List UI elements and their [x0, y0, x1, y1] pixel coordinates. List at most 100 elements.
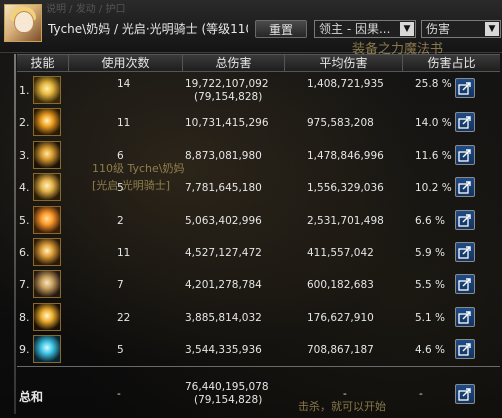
- character-title: Tyche\奶妈 / 光启·光明骑士 (等级110: [48, 22, 248, 36]
- reset-button[interactable]: 重置: [255, 20, 307, 38]
- row-count: 11: [117, 247, 131, 259]
- metric-select-value: 伤害: [426, 22, 451, 36]
- row-share: 4.6 %: [415, 344, 446, 357]
- row-index: 5.: [19, 213, 30, 227]
- share-icon: [458, 213, 471, 227]
- table-row: 1. 14 19,722,107,092 (79,154,828) 1,408,…: [17, 74, 500, 107]
- skill-icon-5: [33, 205, 61, 234]
- row-count: 5: [117, 182, 124, 195]
- column-header-share: 伤害占比: [427, 56, 476, 70]
- summary-divider: [17, 366, 500, 367]
- table-row: 8. 22 3,885,814,032 176,627,910 5.1 %: [17, 301, 500, 334]
- row-average: 708,867,187: [307, 344, 374, 357]
- row-total: 4,201,278,784: [185, 279, 262, 292]
- share-button[interactable]: [455, 339, 475, 360]
- row-average: 411,557,042: [307, 247, 374, 259]
- share-icon: [458, 149, 471, 162]
- share-button[interactable]: [455, 112, 475, 133]
- share-button[interactable]: [455, 209, 475, 230]
- row-total: 5,063,402,996: [185, 214, 262, 227]
- share-icon: [458, 116, 471, 130]
- share-icon: [458, 246, 471, 259]
- row-index: 3.: [19, 148, 30, 162]
- summary-total: 76,440,195,078: [185, 381, 269, 393]
- row-count: 2: [117, 214, 124, 227]
- summary-count: -: [117, 388, 121, 400]
- row-share: 6.6 %: [415, 214, 446, 227]
- row-average: 600,182,683: [307, 279, 374, 292]
- row-index: 8.: [19, 310, 30, 324]
- tab-strip[interactable]: 说明 / 发动 / 护口: [46, 0, 125, 15]
- share-icon: [458, 82, 471, 95]
- share-button[interactable]: [455, 144, 475, 165]
- row-total: 3,885,814,032: [185, 311, 262, 324]
- metric-select[interactable]: 伤害 ▼: [421, 20, 501, 38]
- row-average: 975,583,208: [307, 117, 374, 130]
- chevron-down-icon: ▼: [400, 22, 414, 36]
- row-index: 1.: [19, 84, 30, 97]
- mode-select-value: 领主 - 因果...: [319, 22, 391, 36]
- mode-select[interactable]: 领主 - 因果... ▼: [314, 20, 416, 38]
- table-row: 2. 11 10,731,415,296 975,583,208 14.0 %: [17, 106, 500, 139]
- row-index: 4.: [19, 181, 30, 195]
- row-index: 6.: [19, 246, 30, 259]
- row-share: 10.2 %: [415, 182, 452, 195]
- share-button[interactable]: [455, 78, 475, 98]
- share-icon: [458, 278, 471, 292]
- row-total: 7,781,645,180: [185, 182, 262, 195]
- skill-icon-7: [33, 270, 61, 299]
- row-count: 5: [117, 344, 124, 357]
- table-row: 6. 11 4,527,127,472 411,557,042 5.9 %: [17, 236, 500, 269]
- row-index: 2.: [19, 116, 30, 130]
- share-icon: [458, 343, 471, 356]
- row-count: 14: [117, 78, 131, 90]
- table-row: 9. 5 3,544,335,936 708,867,187 4.6 %: [17, 333, 500, 366]
- row-total: 10,731,415,296: [185, 117, 269, 130]
- summary-average: -: [343, 388, 347, 400]
- row-count: 11: [117, 117, 131, 130]
- summary-total-sub: (79,154,828): [194, 394, 263, 406]
- row-share: 14.0 %: [415, 117, 452, 130]
- column-header-average: 平均伤害: [285, 55, 403, 71]
- share-button[interactable]: [455, 177, 475, 198]
- row-total: 19,722,107,092: [185, 78, 269, 90]
- row-average: 1,556,329,036: [307, 182, 384, 195]
- share-icon: [458, 388, 471, 401]
- row-total: 4,527,127,472: [185, 247, 262, 259]
- row-total: 3,544,335,936: [185, 344, 262, 357]
- row-average: 176,627,910: [307, 311, 374, 324]
- table-header: 技能 使用次数 总伤害 平均伤害 伤害占比: [17, 54, 500, 72]
- column-header-skill: 技能: [17, 55, 69, 71]
- summary-share: -: [419, 388, 423, 400]
- skill-icon-9: [33, 335, 61, 364]
- share-button[interactable]: [455, 242, 475, 262]
- row-average: 1,408,721,935: [307, 78, 384, 90]
- character-avatar: [4, 4, 42, 42]
- row-count: 7: [117, 279, 124, 292]
- row-index: 7.: [19, 278, 30, 292]
- damage-table: 技能 使用次数 总伤害 平均伤害 伤害占比 1. 14 19,722,107,0…: [17, 54, 500, 414]
- share-button[interactable]: [455, 274, 475, 295]
- table-row: 7. 7 4,201,278,784 600,182,683 5.5 %: [17, 268, 500, 301]
- skill-icon-1: [33, 76, 61, 104]
- skill-icon-3: [33, 140, 61, 169]
- left-divider: [14, 54, 16, 414]
- column-header-total: 总伤害: [183, 55, 285, 71]
- skill-icon-2: [33, 108, 61, 137]
- avatar-face: [14, 11, 34, 33]
- share-icon: [458, 181, 471, 194]
- row-total: 8,873,081,980: [185, 149, 262, 162]
- row-total-sub: (79,154,828): [194, 91, 263, 103]
- summary-row: 总和 - 76,440,195,078 (79,154,828) - -: [17, 377, 500, 410]
- share-icon: [458, 311, 471, 324]
- row-average: 2,531,701,498: [307, 214, 384, 227]
- damage-stats-window: 说明 / 发动 / 护口 Tyche\奶妈 / 光启·光明骑士 (等级110 重…: [0, 0, 502, 418]
- chevron-down-icon: ▼: [485, 22, 499, 36]
- row-average: 1,478,846,996: [307, 149, 384, 162]
- row-count: 22: [117, 311, 131, 324]
- row-share: 5.1 %: [415, 311, 446, 324]
- share-button[interactable]: [455, 306, 475, 327]
- skill-icon-8: [33, 302, 61, 331]
- summary-share-button[interactable]: [455, 384, 475, 404]
- table-row: 3. 6 8,873,081,980 1,478,846,996 11.6 %: [17, 139, 500, 172]
